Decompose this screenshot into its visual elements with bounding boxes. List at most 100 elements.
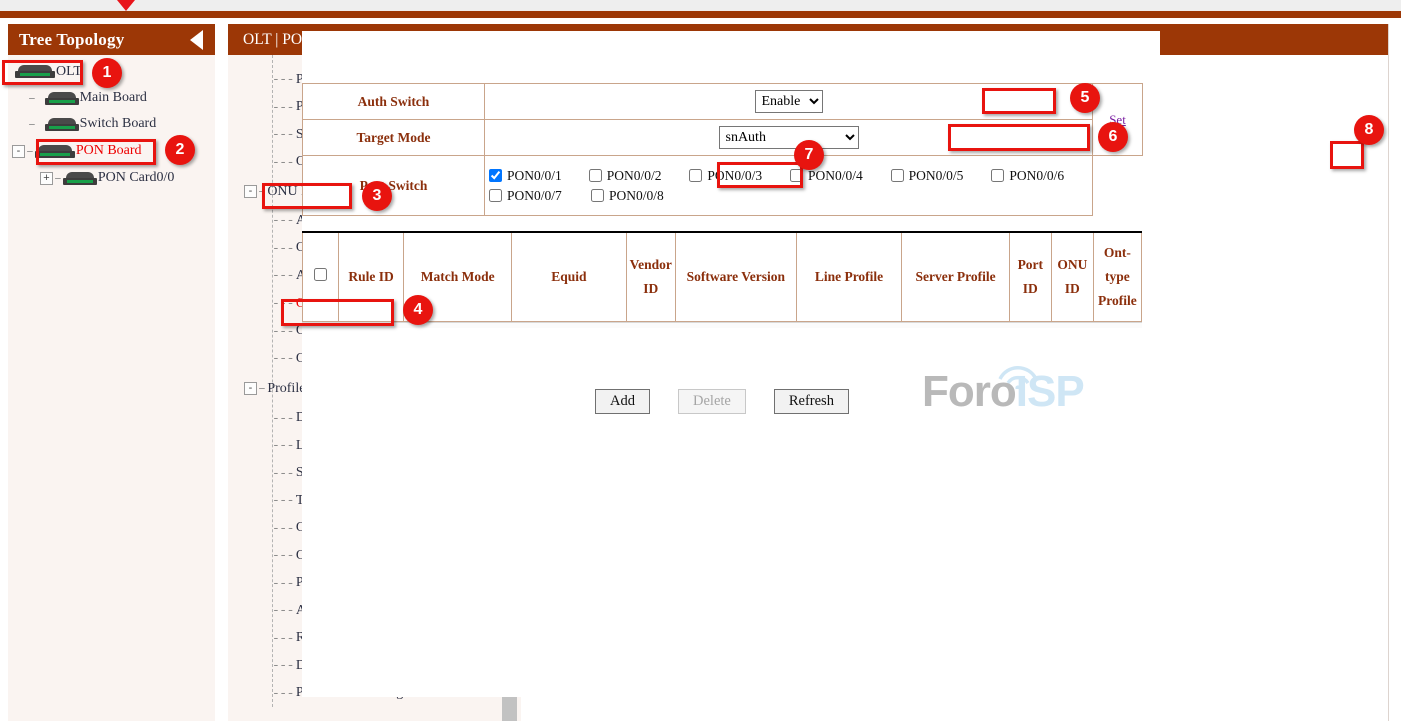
port-checkbox-pon0-0-7-input[interactable] xyxy=(489,189,502,202)
annotation-badge-8: 8 xyxy=(1354,115,1384,145)
port-checkbox-pon0-0-2-input[interactable] xyxy=(589,169,602,182)
tree-item-olt-label: OLT xyxy=(56,65,82,79)
tree-topology-body: OLT – Main Board – Switch Board - – PON … xyxy=(8,55,215,191)
form-row-port-switch: Port Switch PON0/0/1 PON0/0/2 xyxy=(303,156,1143,216)
tree-connector: --- xyxy=(272,576,294,591)
form-row-target-mode: Target Mode snAuth loidAuth passwordAuth… xyxy=(303,120,1143,156)
port-checkbox-pon0-0-2[interactable]: PON0/0/2 xyxy=(589,168,686,184)
auth-switch-label: Auth Switch xyxy=(303,84,485,120)
auth-switch-select[interactable]: Enable Disable xyxy=(755,90,823,113)
column-match-mode: Match Mode xyxy=(404,233,512,321)
tree-connector: --- xyxy=(272,351,294,366)
tree-connector: --- xyxy=(272,493,294,508)
tree-connector: --- xyxy=(272,268,294,283)
delete-button[interactable]: Delete xyxy=(678,389,746,414)
tree-item-pon-board-label: PON Board xyxy=(76,144,142,158)
port-checkbox-pon0-0-7[interactable]: PON0/0/7 xyxy=(489,188,587,204)
port-checkbox-pon0-0-1[interactable]: PON0/0/1 xyxy=(489,168,585,184)
port-switch-cell: PON0/0/1 PON0/0/2 PON0/0/3 PON0/0/4 xyxy=(485,156,1093,216)
device-icon xyxy=(45,118,79,131)
expander-collapse-icon[interactable]: - xyxy=(244,382,257,395)
expander-collapse-icon[interactable]: - xyxy=(244,185,257,198)
expander-expand-icon[interactable]: + xyxy=(40,172,53,185)
port-checkbox-pon0-0-1-label: PON0/0/1 xyxy=(507,168,562,184)
menu-item-profile-label: Profile xyxy=(267,381,305,397)
tree-connector: --- xyxy=(272,155,294,170)
table-action-buttons: Add Delete Refresh xyxy=(302,389,1142,414)
set-link[interactable]: Set xyxy=(1109,112,1126,127)
tree-connector: --- xyxy=(272,411,294,426)
port-checkbox-pon0-0-8-input[interactable] xyxy=(591,189,604,202)
tree-connector: --- xyxy=(272,100,294,115)
port-checkbox-pon0-0-7-label: PON0/0/7 xyxy=(507,188,562,204)
form-row-auth-switch: Auth Switch Enable Disable Set xyxy=(303,84,1143,120)
tree-item-olt[interactable]: OLT xyxy=(8,58,215,85)
target-mode-select[interactable]: snAuth loidAuth passwordAuth loidPasswor… xyxy=(719,126,859,149)
port-checkbox-pon0-0-3[interactable]: PON0/0/3 xyxy=(689,168,786,184)
tree-item-main-board[interactable]: – Main Board xyxy=(8,85,215,111)
port-checkbox-pon0-0-5-input[interactable] xyxy=(891,169,904,182)
select-all-cell xyxy=(303,233,339,321)
tree-connector: --- xyxy=(272,72,294,87)
port-checkbox-pon0-0-8-label: PON0/0/8 xyxy=(609,188,664,204)
column-port-id: Port ID xyxy=(1009,233,1051,321)
tree-connector: --- xyxy=(272,213,294,228)
tree-connector: – xyxy=(28,91,44,106)
tree-topology-header: Tree Topology xyxy=(8,24,215,55)
right-border xyxy=(1388,24,1389,721)
tree-connector: – xyxy=(26,144,34,159)
tree-connector: --- xyxy=(272,686,294,701)
tree-connector: --- xyxy=(272,658,294,673)
tree-connector: – xyxy=(54,171,62,186)
target-mode-label: Target Mode xyxy=(303,120,485,156)
tree-connector: --- xyxy=(272,603,294,618)
port-checkbox-pon0-0-3-input[interactable] xyxy=(689,169,702,182)
port-checkbox-pon0-0-3-label: PON0/0/3 xyxy=(707,168,762,184)
port-checkbox-pon0-0-6-input[interactable] xyxy=(991,169,1004,182)
page-root: Tree Topology OLT – Main Board – Switch … xyxy=(0,0,1401,721)
tree-connector: --- xyxy=(272,438,294,453)
tree-item-pon-card-label: PON Card0/0 xyxy=(98,171,175,185)
device-icon xyxy=(35,145,75,158)
tree-connector: --- xyxy=(272,521,294,536)
tree-topology-panel: Tree Topology OLT – Main Board – Switch … xyxy=(8,24,215,721)
device-icon xyxy=(15,65,55,78)
add-button[interactable]: Add xyxy=(595,389,650,414)
table-bottom-divider xyxy=(302,322,1142,328)
column-equid: Equid xyxy=(511,233,626,321)
port-checkbox-pon0-0-4-label: PON0/0/4 xyxy=(808,168,863,184)
tree-connector: --- xyxy=(272,127,294,142)
column-onu-id: ONU ID xyxy=(1051,233,1093,321)
top-brown-strip xyxy=(0,11,1401,18)
port-checkbox-pon0-0-6-label: PON0/0/6 xyxy=(1009,168,1064,184)
rules-table: Rule ID Match Mode Equid Vendor ID Softw… xyxy=(302,233,1142,322)
expander-collapse-icon[interactable]: - xyxy=(12,145,25,158)
port-checkbox-pon0-0-8[interactable]: PON0/0/8 xyxy=(591,188,690,204)
annotation-box-8 xyxy=(1330,141,1364,169)
tree-connector: --- xyxy=(272,241,294,256)
column-rule-id: Rule ID xyxy=(338,233,404,321)
port-checkbox-pon0-0-5[interactable]: PON0/0/5 xyxy=(891,168,988,184)
port-checkbox-pon0-0-1-input[interactable] xyxy=(489,169,502,182)
collapse-left-arrow-icon[interactable] xyxy=(190,30,203,50)
refresh-button[interactable]: Refresh xyxy=(774,389,849,414)
port-checkbox-pon0-0-4[interactable]: PON0/0/4 xyxy=(790,168,887,184)
content-body: ForoISP Auth Switch Enable Disable Set T… xyxy=(302,31,1160,697)
port-checkbox-pon0-0-4-input[interactable] xyxy=(790,169,803,182)
tree-item-switch-board[interactable]: – Switch Board xyxy=(8,111,215,137)
port-switch-row-1: PON0/0/1 PON0/0/2 PON0/0/3 PON0/0/4 xyxy=(489,168,1092,184)
tree-connector: --- xyxy=(272,466,294,481)
tree-connector: --- xyxy=(272,324,294,339)
port-checkbox-pon0-0-2-label: PON0/0/2 xyxy=(607,168,662,184)
column-ont-type-profile: Ont-type Profile xyxy=(1093,233,1141,321)
tree-connector: --- xyxy=(272,631,294,646)
auth-config-form: Auth Switch Enable Disable Set Target Mo… xyxy=(302,83,1143,216)
select-all-checkbox[interactable] xyxy=(314,268,327,281)
auth-switch-cell: Enable Disable xyxy=(485,84,1093,120)
target-mode-cell: snAuth loidAuth passwordAuth loidPasswor… xyxy=(485,120,1093,156)
port-checkbox-pon0-0-6[interactable]: PON0/0/6 xyxy=(991,168,1088,184)
tree-item-pon-card[interactable]: + – PON Card0/0 xyxy=(8,165,215,191)
tree-connector: – xyxy=(28,117,44,132)
port-switch-row-2: PON0/0/7 PON0/0/8 xyxy=(489,188,1092,204)
tree-item-pon-board[interactable]: - – PON Board xyxy=(8,137,215,165)
